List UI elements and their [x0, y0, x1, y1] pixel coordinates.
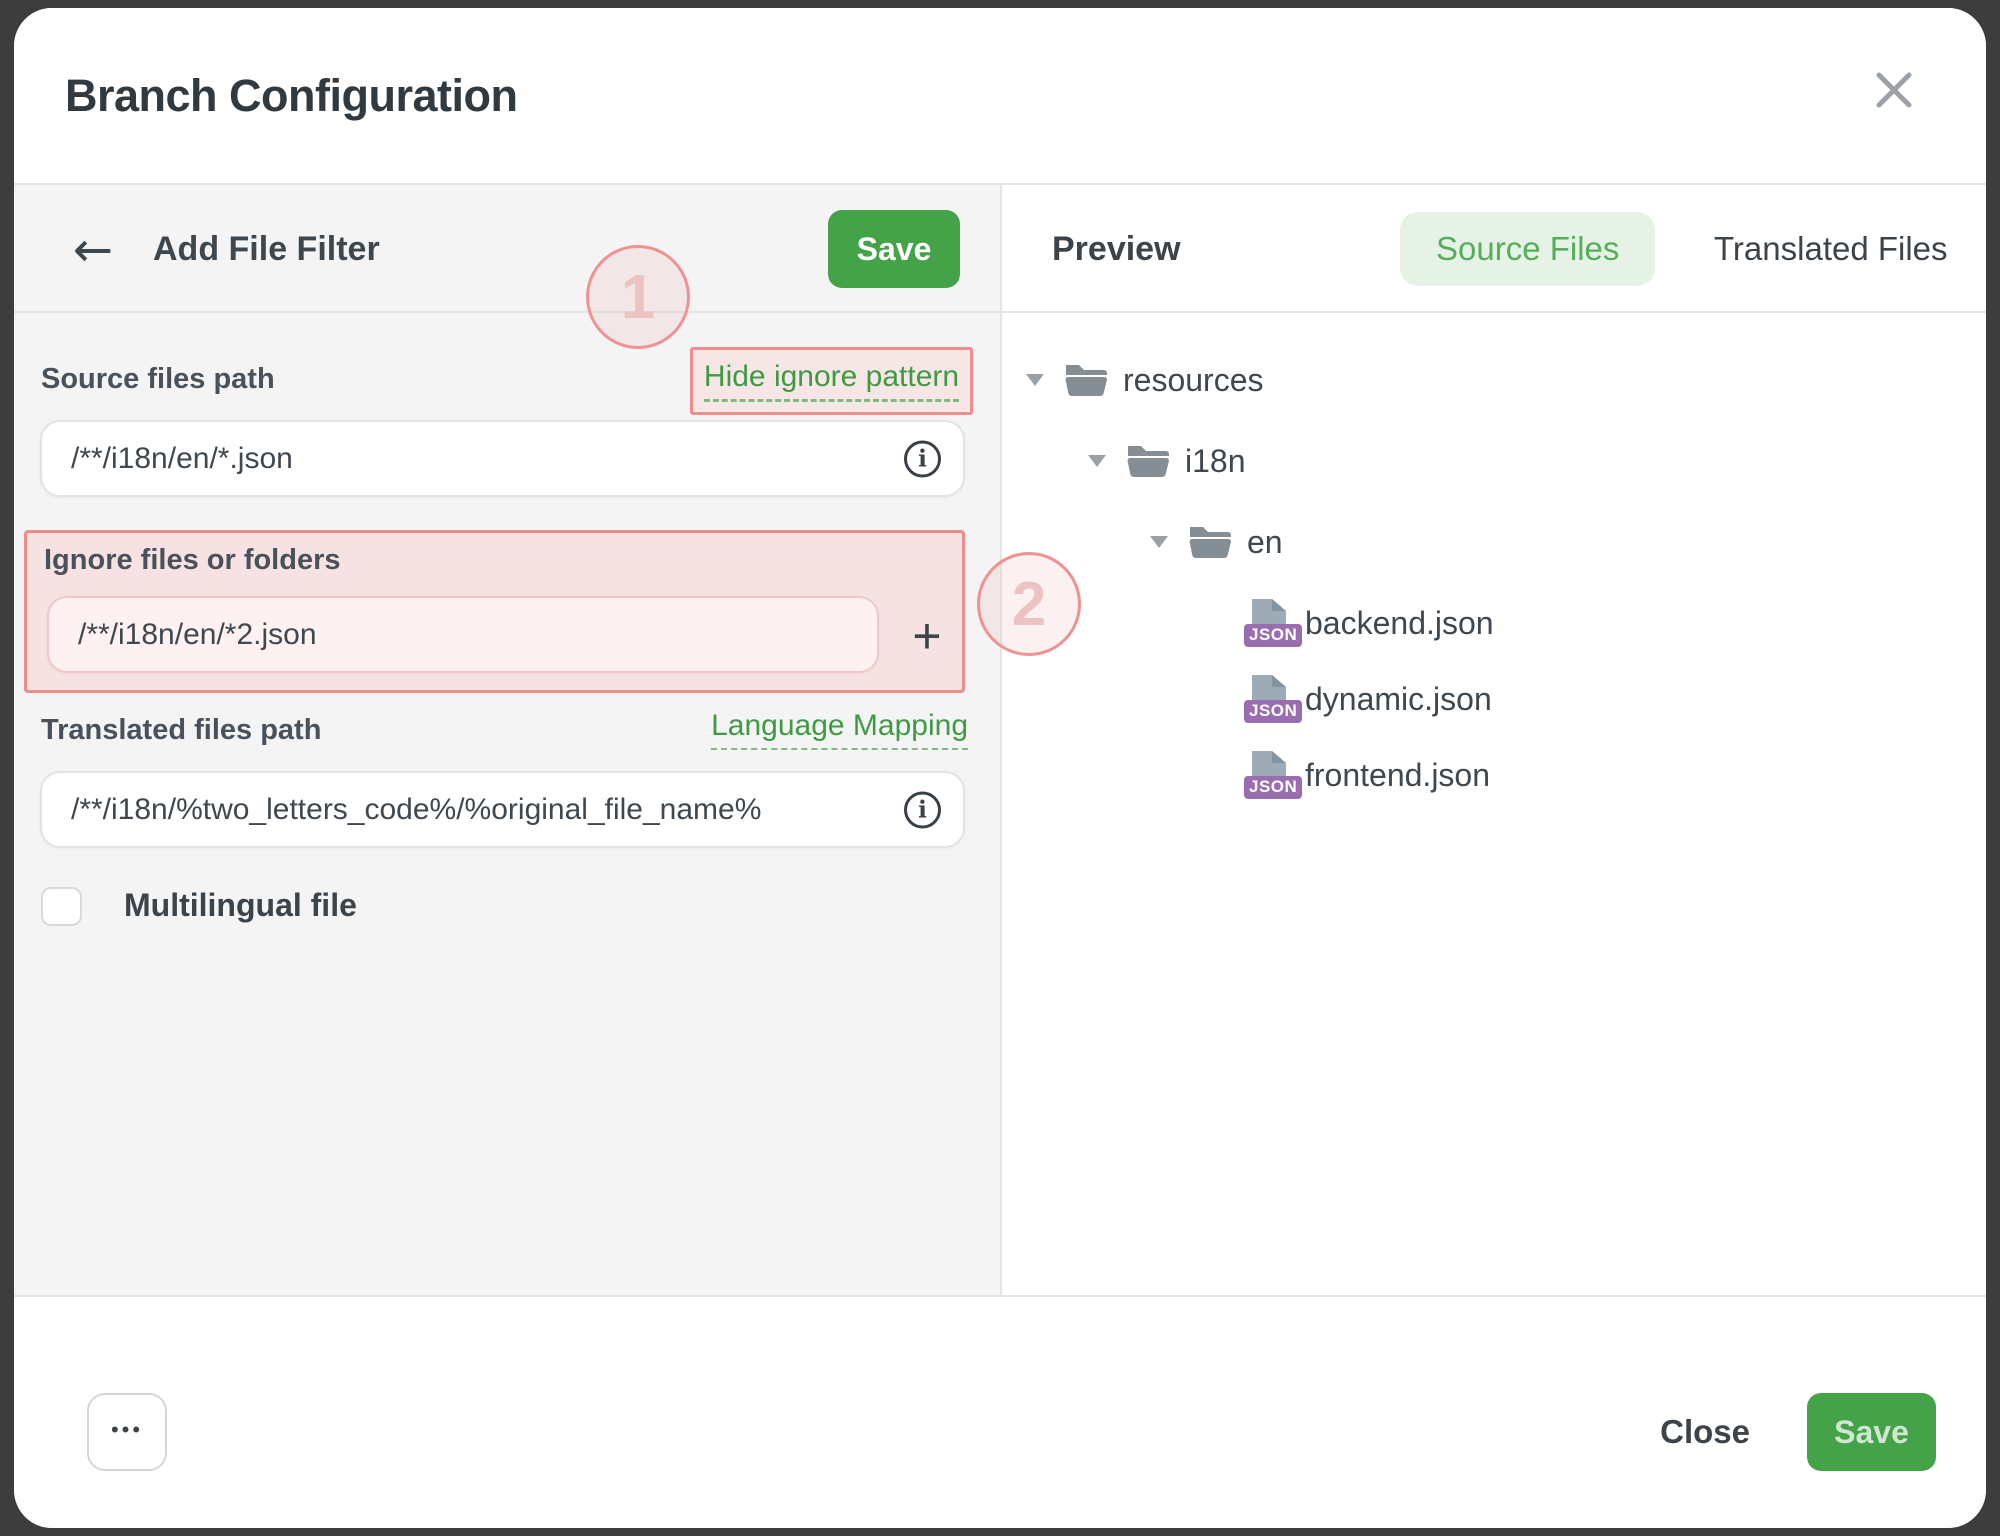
expand-caret-icon[interactable] — [1086, 455, 1108, 467]
preview-panel: Preview Source Files Translated Files re… — [1000, 185, 1986, 1295]
folder-icon — [1125, 443, 1169, 479]
tree-row-file[interactable]: JSON backend.json — [1002, 584, 1986, 662]
annotation-step-2: 2 — [977, 552, 1081, 656]
hide-ignore-pattern-link[interactable]: Hide ignore pattern — [704, 360, 959, 402]
folder-icon — [1063, 362, 1107, 398]
multilingual-checkbox[interactable] — [41, 887, 82, 926]
ignore-section-highlight: Ignore files or folders + — [24, 530, 965, 693]
ignore-pattern-input[interactable] — [47, 596, 879, 673]
tree-label: frontend.json — [1305, 757, 1490, 794]
translated-path-field-wrap: i — [40, 771, 965, 848]
preview-header: Preview Source Files Translated Files — [1002, 185, 1986, 313]
close-button-footer[interactable]: Close — [1660, 1413, 1750, 1451]
source-path-field-wrap: i — [40, 420, 965, 497]
json-file-icon: JSON — [1252, 751, 1292, 799]
file-filter-title: Add File Filter — [153, 185, 380, 313]
tree-row-en[interactable]: en — [1002, 503, 1986, 581]
ignore-files-label: Ignore files or folders — [44, 544, 341, 577]
json-badge: JSON — [1244, 624, 1302, 647]
modal-header: Branch Configuration — [14, 8, 1986, 185]
source-files-path-label: Source files path — [41, 363, 275, 396]
tree-label: resources — [1123, 362, 1264, 399]
modal-title: Branch Configuration — [65, 70, 517, 122]
info-icon[interactable]: i — [904, 440, 941, 477]
info-icon[interactable]: i — [904, 791, 941, 828]
language-mapping-link[interactable]: Language Mapping — [711, 709, 968, 750]
back-arrow-icon: ← — [73, 226, 113, 274]
tree-label: en — [1247, 524, 1283, 561]
footer-actions: Close Save — [1660, 1393, 1936, 1471]
multilingual-label[interactable]: Multilingual file — [124, 885, 357, 926]
translated-files-path-label: Translated files path — [41, 714, 321, 747]
preview-title: Preview — [1052, 185, 1181, 313]
ignore-pattern-field-wrap — [47, 596, 879, 673]
file-filter-header: ← Add File Filter Save — [14, 185, 1000, 313]
translated-path-input[interactable] — [40, 771, 965, 848]
branch-configuration-modal: Branch Configuration ← Add File Filter S… — [14, 8, 1986, 1528]
folder-icon — [1187, 524, 1231, 560]
more-options-button[interactable]: ••• — [87, 1393, 167, 1471]
tree-row-file[interactable]: JSON dynamic.json — [1002, 660, 1986, 738]
tree-label: i18n — [1185, 443, 1246, 480]
tree-label: dynamic.json — [1305, 681, 1492, 718]
source-path-input[interactable] — [40, 420, 965, 497]
json-badge: JSON — [1244, 776, 1302, 799]
add-ignore-pattern-button[interactable]: + — [895, 601, 959, 671]
json-badge: JSON — [1244, 700, 1302, 723]
expand-caret-icon[interactable] — [1148, 536, 1170, 548]
annotation-step-1: 1 — [586, 245, 690, 349]
close-icon — [1871, 67, 1917, 113]
save-button-footer[interactable]: Save — [1807, 1393, 1936, 1471]
tab-source-files[interactable]: Source Files — [1400, 212, 1655, 286]
expand-caret-icon[interactable] — [1024, 374, 1046, 386]
back-button[interactable]: ← — [62, 219, 124, 281]
close-button[interactable] — [1864, 60, 1924, 120]
tree-row-file[interactable]: JSON frontend.json — [1002, 736, 1986, 814]
filter-save-button[interactable]: Save — [828, 210, 960, 288]
tree-row-i18n[interactable]: i18n — [1002, 422, 1986, 500]
file-filter-panel: ← Add File Filter Save Source files path… — [14, 185, 1000, 1295]
tab-translated-files[interactable]: Translated Files — [1678, 212, 1984, 286]
hide-ignore-pattern-highlight: Hide ignore pattern — [690, 347, 973, 415]
json-file-icon: JSON — [1252, 599, 1292, 647]
tree-label: backend.json — [1305, 605, 1494, 642]
modal-footer: ••• Close Save — [14, 1295, 1986, 1528]
tree-row-resources[interactable]: resources — [1002, 341, 1986, 419]
json-file-icon: JSON — [1252, 675, 1292, 723]
